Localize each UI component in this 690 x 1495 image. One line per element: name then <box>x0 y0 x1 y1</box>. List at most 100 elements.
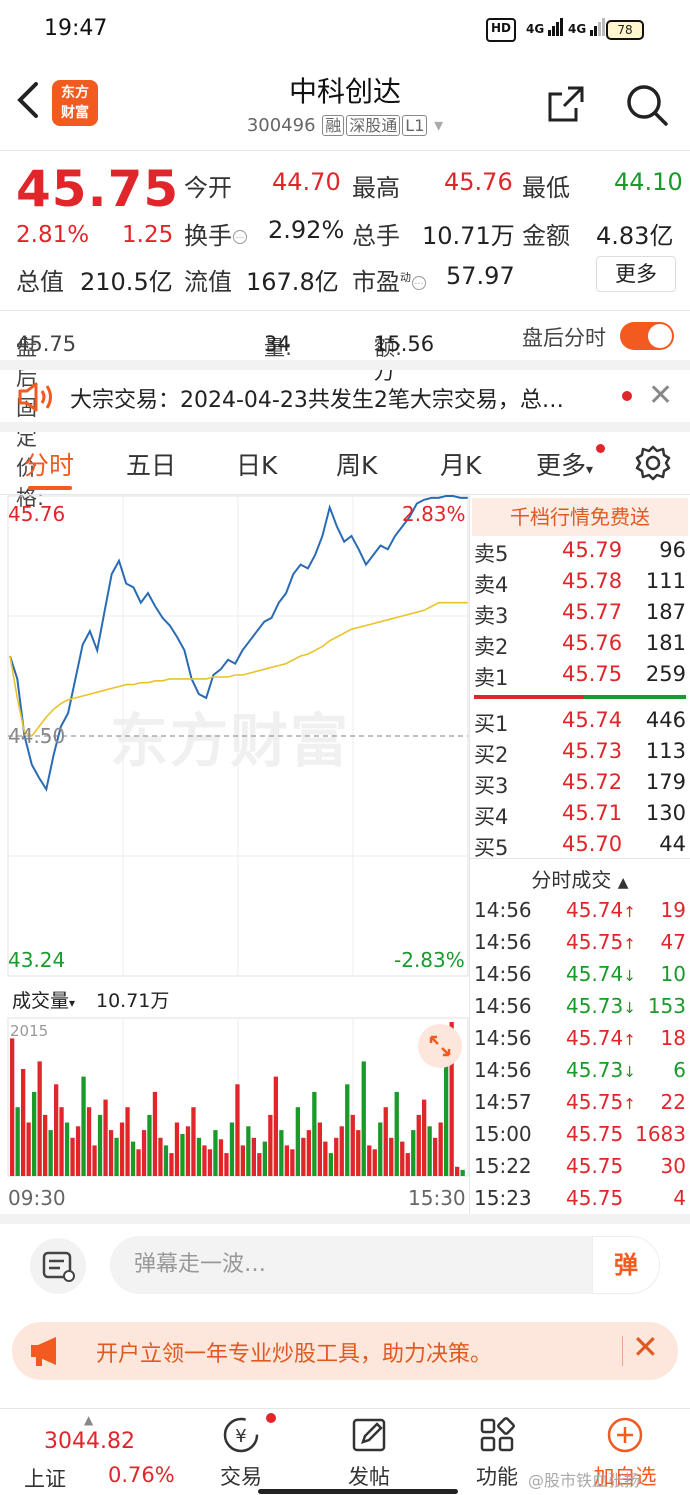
trade-volume: 153 <box>647 994 686 1018</box>
close-icon[interactable]: ✕ <box>648 378 673 413</box>
divider <box>469 494 470 1214</box>
status-bar: 19:47 HD 4G 4G 78 <box>0 0 690 60</box>
trades-title[interactable]: 分时成交 ▲ <box>470 864 690 893</box>
bid-volume: 179 <box>645 770 686 794</box>
low-label: 最低 <box>522 174 570 202</box>
volume-bar <box>169 1153 174 1176</box>
ask-row[interactable]: 卖4 45.78 111 <box>470 569 690 599</box>
volume-bar <box>48 1130 53 1176</box>
trade-volume: 22 <box>660 1090 686 1114</box>
nav-trade[interactable]: ¥ 交易 <box>196 1415 286 1491</box>
volume-selector[interactable]: 成交量▾ <box>12 986 75 1013</box>
level2-promo-banner[interactable]: 千档行情免费送 <box>472 498 688 536</box>
volume-bar <box>411 1130 416 1176</box>
tab-daily-k[interactable]: 日K <box>236 446 277 482</box>
tab-weekly-k[interactable]: 周K <box>336 446 377 482</box>
volume-bar <box>26 1122 31 1176</box>
tab-more[interactable]: 更多▾ <box>536 446 593 482</box>
volume-bar <box>416 1114 421 1176</box>
bid-row[interactable]: 买1 45.74 446 <box>470 708 690 738</box>
ask-price: 45.75 <box>562 662 623 686</box>
ask-price: 45.77 <box>562 600 623 624</box>
volume-bar <box>37 1061 42 1176</box>
turnover-label: 换手… <box>184 216 247 251</box>
danmaku-toggle-button[interactable]: 弹 <box>592 1236 660 1294</box>
volume-max-label: 2015 <box>10 1022 49 1040</box>
mktcap-value: 210.5亿 <box>80 268 173 296</box>
promo-banner[interactable]: 开户立领一年专业炒股工具，助力决策。 ✕ <box>12 1322 678 1380</box>
trade-row: 14:56 45.73↓ 153 <box>470 994 690 1024</box>
ask-row[interactable]: 卖2 45.76 181 <box>470 631 690 661</box>
open-value: 44.70 <box>272 168 341 196</box>
trade-row: 15:00 45.75 1683 <box>470 1122 690 1152</box>
volume-bar <box>345 1084 350 1176</box>
nav-post[interactable]: 发帖 <box>324 1415 414 1491</box>
stock-code-line[interactable]: 300496 融深股通 L1 ▾ <box>0 112 690 136</box>
danmaku-input[interactable]: 弹幕走一波… <box>110 1236 660 1294</box>
volume-bar <box>251 1137 256 1176</box>
info-icon[interactable]: … <box>412 276 426 290</box>
trade-row: 15:23 45.75 4 <box>470 1186 690 1216</box>
volume-bar <box>70 1137 75 1176</box>
bottom-nav: ▲ 3044.82 上证 0.76% ¥ 交易 发帖 功能 加自选 @股市铁血张… <box>0 1408 690 1495</box>
ask-level: 卖3 <box>474 604 509 628</box>
ask-row[interactable]: 卖3 45.77 187 <box>470 600 690 630</box>
trade-time: 15:00 <box>474 1122 532 1146</box>
volume-bar <box>268 1114 273 1176</box>
trade-volume: 1683 <box>635 1122 686 1146</box>
after-hours-toggle[interactable] <box>620 322 674 350</box>
weibo-watermark: @股市铁血张扬 <box>528 1471 641 1490</box>
ask-level: 卖5 <box>474 542 509 566</box>
trade-price: 45.74↑ <box>566 898 636 922</box>
unread-dot <box>622 391 632 401</box>
float-label: 流值 <box>184 268 232 296</box>
index-name: 上证 <box>24 1467 66 1491</box>
index-value[interactable]: 3044.82 <box>44 1429 135 1454</box>
more-button[interactable]: 更多 <box>596 256 676 292</box>
tab-intraday[interactable]: 分时 <box>24 446 74 482</box>
trade-row: 14:56 45.74↑ 18 <box>470 1026 690 1056</box>
volume-bar <box>213 1130 218 1176</box>
after-hours-toggle-label: 盘后分时 <box>522 326 606 350</box>
ask-volume: 111 <box>645 569 686 593</box>
volume-bar <box>21 1069 26 1176</box>
bid-row[interactable]: 买4 45.71 130 <box>470 801 690 831</box>
trade-price: 45.75↑ <box>566 930 636 954</box>
volume-bar <box>301 1137 306 1176</box>
ask-price: 45.79 <box>562 538 623 562</box>
volume-total: 10.71万 <box>96 990 170 1012</box>
volume-bar <box>290 1149 295 1176</box>
volume-bar <box>92 1145 97 1176</box>
block-trade-notice[interactable]: 大宗交易：2024-04-23共发生2笔大宗交易，总… ✕ <box>0 370 690 422</box>
volume-bar <box>257 1153 262 1176</box>
tab-monthly-k[interactable]: 月K <box>440 446 481 482</box>
bid-row[interactable]: 买3 45.72 179 <box>470 770 690 800</box>
ask-volume: 181 <box>645 631 686 655</box>
volume-bar <box>334 1137 339 1176</box>
volume-bar <box>438 1122 443 1176</box>
volume-bar <box>119 1122 125 1176</box>
search-icon[interactable] <box>624 82 670 128</box>
trade-row: 14:56 45.75↑ 47 <box>470 930 690 960</box>
bid-price: 45.72 <box>562 770 623 794</box>
danmaku-settings-icon[interactable] <box>30 1238 86 1294</box>
ask-price: 45.78 <box>562 569 623 593</box>
gear-icon[interactable] <box>634 444 672 482</box>
intraday-chart[interactable]: 东方财富 45.76 2.83% 44.50 43.24 -2.83% 成交量▾… <box>0 494 470 1214</box>
info-icon[interactable]: … <box>233 230 247 244</box>
trade-row: 14:57 45.75↑ 22 <box>470 1090 690 1120</box>
ask-row[interactable]: 卖5 45.79 96 <box>470 538 690 568</box>
volume-bar <box>455 1166 460 1176</box>
trade-volume: 47 <box>660 930 686 954</box>
share-icon[interactable] <box>546 84 586 124</box>
expand-icon[interactable] <box>418 1024 462 1068</box>
tab-five-day[interactable]: 五日 <box>126 446 176 482</box>
trade-time: 14:56 <box>474 898 532 922</box>
bid-row[interactable]: 买2 45.73 113 <box>470 739 690 769</box>
ask-row[interactable]: 卖1 45.75 259 <box>470 662 690 692</box>
signal-icon-1: 4G <box>526 18 564 42</box>
volume-bar <box>125 1107 130 1176</box>
pe-value: 57.97 <box>446 262 515 290</box>
close-icon[interactable]: ✕ <box>632 1328 659 1366</box>
amount-label: 金额 <box>522 222 570 250</box>
